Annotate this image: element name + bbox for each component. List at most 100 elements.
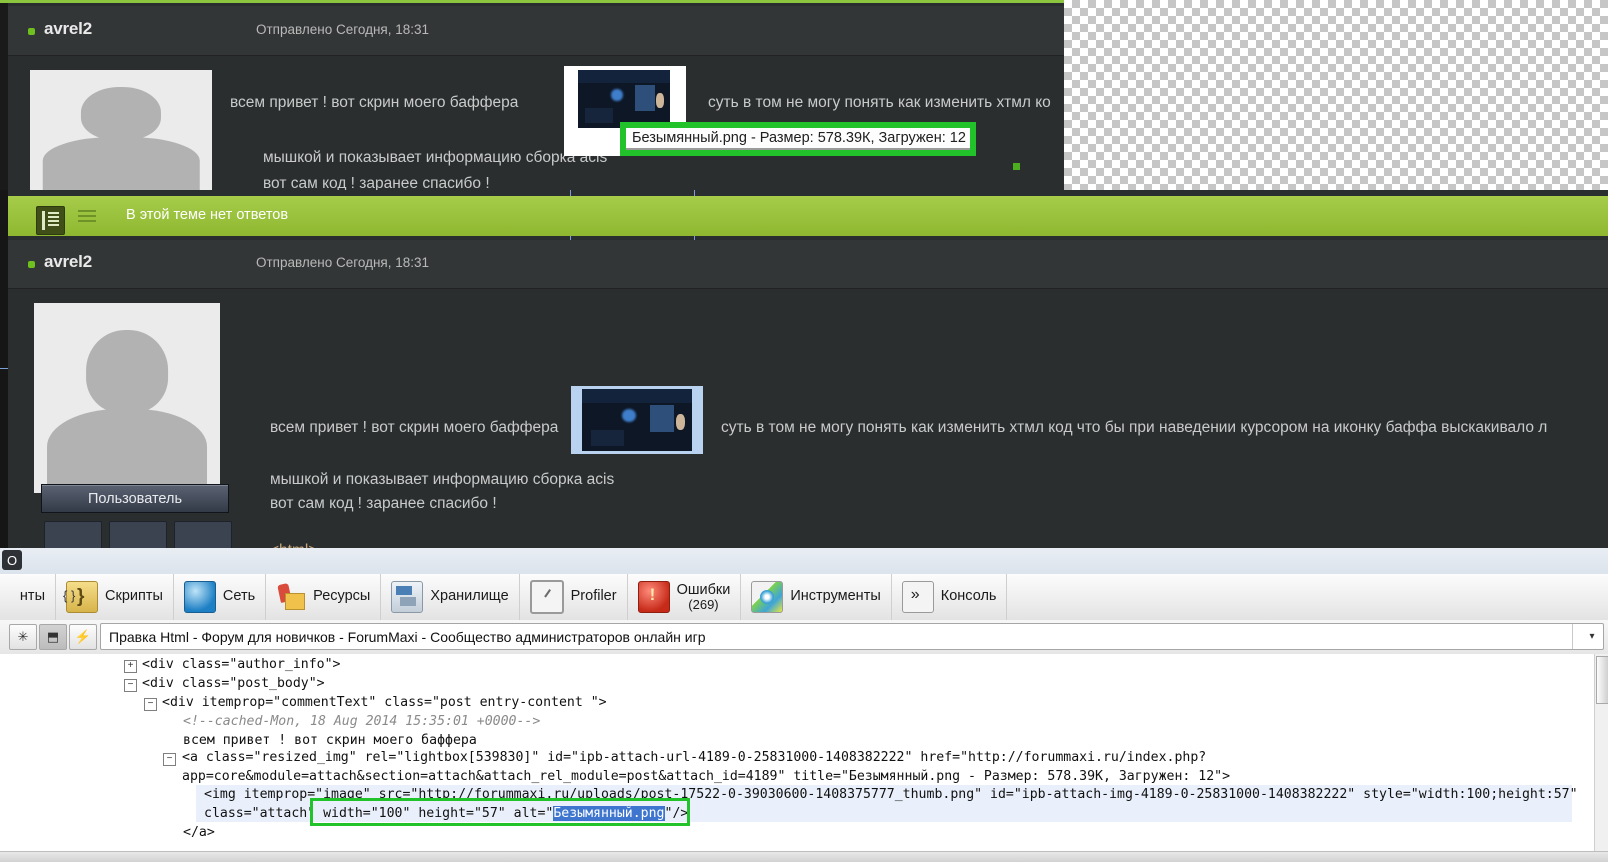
code-line-text-node[interactable]: всем привет ! вот скрин моего баффера: [183, 733, 477, 748]
tab-console[interactable]: Консоль: [892, 574, 1008, 620]
tab-documents[interactable]: нты: [0, 574, 56, 620]
post-text-line-1-right: суть в том не могу понять как изменить х…: [708, 94, 1051, 111]
code-line-anchor-close[interactable]: </a>: [183, 825, 215, 840]
topic-list-icon: [36, 206, 65, 235]
tab-storage-label: Хранилище: [430, 588, 509, 605]
thumb-panel-left-main: [590, 429, 624, 447]
thumb-panel-left: [585, 108, 613, 124]
collapse-toggle-comment-text[interactable]: −: [144, 698, 157, 711]
post-header-top: avrel2 Отправлено Сегодня, 18:31: [8, 6, 1064, 56]
storage-icon: [391, 581, 424, 613]
thumb-panel-right-main: [650, 405, 675, 433]
tab-resources-label: Ресурсы: [313, 588, 371, 605]
scripts-icon: [63, 581, 98, 613]
console-icon: [901, 581, 934, 613]
accent-line-top: [0, 0, 1064, 3]
page-title-text: Правка Html - Форум для новичков - Forum…: [109, 628, 706, 645]
code-line-post-body[interactable]: <div class="post_body">: [142, 676, 325, 691]
attachment-thumbnail-image-main[interactable]: [582, 389, 692, 451]
thumb-hand-main: [675, 413, 686, 430]
online-status-dot-main: [28, 261, 35, 268]
pointer-icon[interactable]: ⬒: [39, 624, 67, 650]
left-rail-main: [0, 190, 8, 548]
resources-icon: [276, 582, 306, 612]
errors-icon: [637, 581, 670, 613]
select-element-icon[interactable]: ✳: [9, 624, 37, 650]
tools-icon: [751, 581, 784, 613]
lines-icon: [78, 210, 96, 225]
rep-box-1: [44, 521, 102, 548]
post-text-line-2: мышкой и показывает информацию сборка ac…: [263, 149, 608, 166]
transparency-checkerboard: [1064, 0, 1608, 190]
post-text-line-1: всем привет ! вот скрин моего баффера: [230, 94, 519, 111]
devtools-panel: O нты Скрипты Сеть Ресурсы Хранилище: [0, 548, 1608, 862]
tab-tools[interactable]: Инструменты: [741, 574, 892, 620]
attachment-tooltip: Безымянный.png - Размер: 578.39К, Загруж…: [626, 128, 970, 150]
user-group-badge: Пользователь: [41, 484, 229, 513]
online-status-dot: [28, 28, 35, 35]
no-replies-label: В этой теме нет ответов: [126, 207, 289, 223]
tab-errors-count: (269): [688, 596, 719, 612]
avatar-head-shape-main: [86, 329, 168, 414]
thumb-sky: [578, 70, 670, 83]
devtools-titlebar: O: [0, 548, 1608, 575]
post-text-line-3: вот сам код ! заранее спасибо !: [263, 175, 490, 190]
attachment-thumbnail-image[interactable]: [578, 70, 670, 128]
profiler-icon: [529, 580, 564, 614]
post-header-main: avrel2 Отправлено Сегодня, 18:31: [8, 240, 1608, 289]
thumb-glow-main: [621, 408, 636, 423]
devtools-tab-strip: нты Скрипты Сеть Ресурсы Хранилище Profi…: [0, 574, 1608, 621]
attachment-tooltip-highlight: Безымянный.png - Размер: 578.39К, Загруж…: [620, 122, 976, 156]
post-author-name-main[interactable]: avrel2: [44, 252, 92, 272]
post-timestamp: Отправлено Сегодня, 18:31: [256, 22, 429, 37]
attachment-tooltip-text: Безымянный.png - Размер: 578.39К, Загруж…: [632, 130, 966, 146]
tab-storage[interactable]: Хранилище: [381, 574, 520, 620]
rep-box-3: [174, 521, 232, 548]
code-line-author-info[interactable]: <div class="author_info">: [142, 657, 341, 672]
thumb-hand: [656, 93, 665, 109]
avatar-main: [34, 303, 220, 493]
screenshot-root: avrel2 Отправлено Сегодня, 18:31 всем пр…: [0, 0, 1608, 862]
tab-errors-label: Ошибки: [676, 581, 731, 598]
avatar-shoulders-shape: [42, 137, 200, 190]
network-icon: [183, 581, 216, 613]
devtools-secondary-toolbar: ✳ ⬒ ⚡ Правка Html - Форум для новичков -…: [0, 620, 1608, 655]
lightning-icon[interactable]: ⚡: [69, 624, 97, 650]
post-timestamp-main: Отправлено Сегодня, 18:31: [256, 255, 429, 270]
tab-console-label: Консоль: [940, 588, 997, 605]
tab-profiler-label: Profiler: [570, 588, 617, 605]
tab-errors[interactable]: Ошибки (269): [628, 574, 742, 620]
avatar-shoulders-shape-main: [47, 409, 207, 493]
post-text-line-1-right-main: суть в том не могу понять как изменить х…: [721, 419, 1548, 436]
tab-scripts-label: Скрипты: [105, 588, 163, 605]
post-body-main: всем привет ! вот скрин моего баффера су…: [8, 289, 1608, 548]
tab-network-label: Сеть: [222, 588, 256, 605]
opera-logo-icon: O: [2, 550, 22, 570]
dom-tree-panel[interactable]: + <div class="author_info"> − <div class…: [0, 654, 1608, 862]
code-line-anchor-cont[interactable]: app=core&module=attach&section=attach&at…: [182, 769, 1230, 784]
post-author-name[interactable]: avrel2: [44, 19, 92, 39]
dom-tree-scrollbar[interactable]: [1594, 654, 1608, 862]
tab-resources[interactable]: Ресурсы: [266, 574, 382, 620]
tab-scripts[interactable]: Скрипты: [56, 574, 174, 620]
code-line-comment-text[interactable]: <div itemprop="commentText" class="post …: [162, 695, 607, 710]
forum-post-overlay-strip: avrel2 Отправлено Сегодня, 18:31 всем пр…: [0, 0, 1064, 190]
avatar: [30, 70, 212, 190]
expand-toggle-author-info[interactable]: +: [124, 660, 137, 673]
chevron-down-icon[interactable]: ▾: [1572, 624, 1603, 649]
tab-profiler[interactable]: Profiler: [520, 574, 628, 620]
code-highlight-box: [310, 798, 690, 826]
user-group-label: Пользователь: [87, 490, 183, 507]
post-text-line-3-main: вот сам код ! заранее спасибо !: [270, 495, 497, 512]
forum-main-area: В этой теме нет ответов avrel2 Отправлен…: [0, 190, 1608, 548]
thumb-sky-main: [582, 389, 692, 403]
dom-tree-scrollbar-thumb[interactable]: [1596, 656, 1608, 704]
code-line-cached-comment: <!--cached-Mon, 18 Aug 2014 15:35:01 +00…: [183, 714, 541, 729]
left-rail-top: [0, 3, 8, 190]
collapse-toggle-anchor[interactable]: −: [163, 753, 176, 766]
code-line-anchor-open[interactable]: <a class="resized_img" rel="lightbox[539…: [182, 750, 1206, 765]
page-selector-dropdown[interactable]: Правка Html - Форум для новичков - Forum…: [100, 623, 1604, 650]
collapse-toggle-post-body[interactable]: −: [124, 679, 137, 692]
tab-network[interactable]: Сеть: [174, 574, 267, 620]
thumb-panel-right: [635, 85, 656, 111]
